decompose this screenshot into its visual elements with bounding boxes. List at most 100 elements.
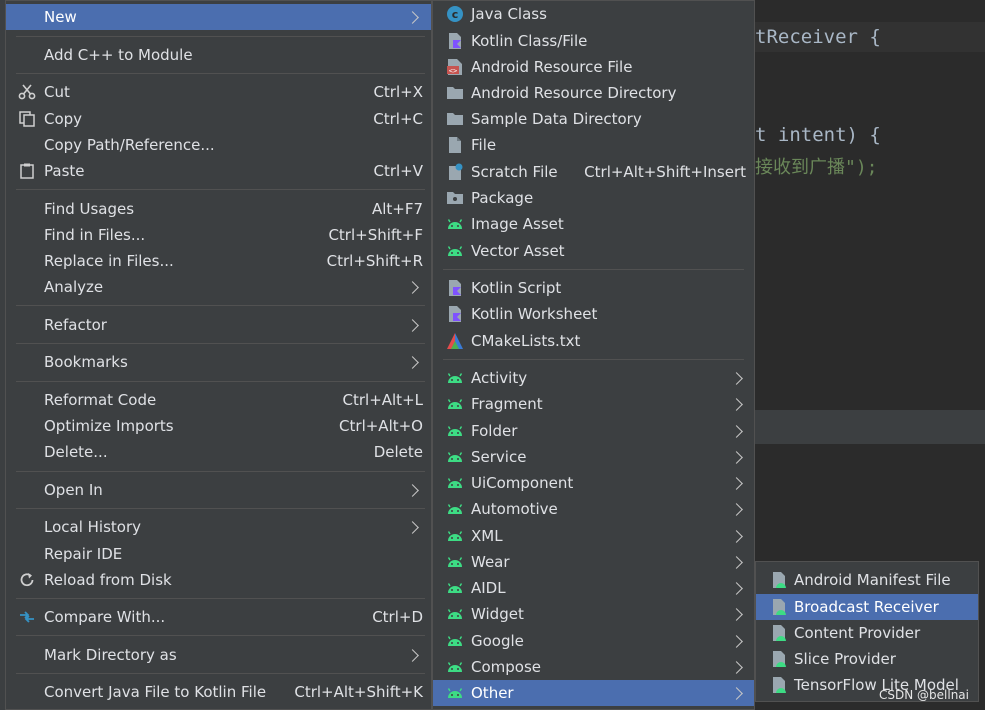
android-file-icon [770, 676, 788, 694]
menu-item-bookmarks[interactable]: Bookmarks [6, 349, 431, 375]
chevron-right-icon [730, 450, 743, 464]
menu-separator [16, 598, 425, 599]
chevron-right-icon [730, 476, 743, 490]
menu-item-label: Paste [44, 162, 85, 180]
android-icon [446, 242, 464, 260]
android-icon [446, 500, 464, 518]
menu-item-new[interactable]: New [6, 4, 431, 30]
menu-item-folder[interactable]: Folder [433, 418, 754, 444]
menu-item-fragment[interactable]: Fragment [433, 391, 754, 417]
menu-item-label: Replace in Files... [44, 252, 174, 270]
svg-text:c: c [452, 8, 459, 21]
menu-item-label: New [44, 8, 77, 26]
menu-item-label: Kotlin Worksheet [471, 305, 598, 323]
menu-item-find-usages[interactable]: Find Usages Alt+F7 [6, 196, 431, 222]
menu-item-kotlin-worksheet[interactable]: Kotlin Worksheet [433, 301, 754, 327]
menu-item-paste[interactable]: Paste Ctrl+V [6, 158, 431, 184]
menu-item-compare-with[interactable]: Compare With... Ctrl+D [6, 604, 431, 630]
menu-item-label: Copy Path/Reference... [44, 136, 215, 154]
menu-item-mark-directory-as[interactable]: Mark Directory as [6, 642, 431, 668]
menu-item-shortcut: Ctrl+Alt+O [339, 417, 423, 435]
menu-item-scratch-file[interactable]: Scratch File Ctrl+Alt+Shift+Insert [433, 159, 754, 185]
menu-item-image-asset[interactable]: Image Asset [433, 211, 754, 237]
menu-item-label: Compose [471, 658, 542, 676]
menu-item-automotive[interactable]: Automotive [433, 496, 754, 522]
menu-item-kotlin-script[interactable]: Kotlin Script [433, 275, 754, 301]
menu-item-compose[interactable]: Compose [433, 654, 754, 680]
chevron-right-icon [406, 520, 419, 534]
menu-item-label: Image Asset [471, 215, 564, 233]
android-file-icon [770, 624, 788, 642]
menu-item-label: Optimize Imports [44, 417, 174, 435]
menu-item-repair-ide[interactable]: Repair IDE [6, 541, 431, 567]
menu-item-label: UiComponent [471, 474, 574, 492]
menu-item-label: Reload from Disk [44, 571, 172, 589]
menu-item-label: Broadcast Receiver [794, 598, 939, 616]
chevron-right-icon [730, 581, 743, 595]
new-submenu: c Java Class Kotlin Class/File <> Android Re… [432, 0, 755, 710]
menu-item-refactor[interactable]: Refactor [6, 312, 431, 338]
menu-item-broadcast-receiver[interactable]: Broadcast Receiver [756, 594, 978, 620]
menu-item-copy-path-reference[interactable]: Copy Path/Reference... [6, 132, 431, 158]
menu-item-vector-asset[interactable]: Vector Asset [433, 238, 754, 264]
menu-item-replace-in-files[interactable]: Replace in Files... Ctrl+Shift+R [6, 248, 431, 274]
menu-item-sample-data-directory[interactable]: Sample Data Directory [433, 106, 754, 132]
menu-item-android-resource-file[interactable]: <> Android Resource File [433, 54, 754, 80]
menu-item-reload-from-disk[interactable]: Reload from Disk [6, 567, 431, 593]
menu-item-label: Kotlin Script [471, 279, 562, 297]
menu-item-copy[interactable]: Copy Ctrl+C [6, 106, 431, 132]
menu-item-shortcut: Ctrl+Shift+F [328, 226, 423, 244]
menu-item-label: Content Provider [794, 624, 921, 642]
menu-item-widget[interactable]: Widget [433, 601, 754, 627]
package-icon [446, 189, 464, 207]
menu-item-package[interactable]: Package [433, 185, 754, 211]
menu-separator [16, 673, 425, 674]
menu-item-label: Find Usages [44, 200, 135, 218]
menu-item-xml[interactable]: XML [433, 523, 754, 549]
menu-item-service[interactable]: Service [433, 444, 754, 470]
menu-item-cut[interactable]: Cut Ctrl+X [6, 79, 431, 105]
menu-item-label: Widget [471, 605, 524, 623]
menu-item-android-resource-directory[interactable]: Android Resource Directory [433, 80, 754, 106]
menu-item-add-c-to-module[interactable]: Add C++ to Module [6, 42, 431, 68]
android-icon [446, 553, 464, 571]
menu-item-find-in-files[interactable]: Find in Files... Ctrl+Shift+F [6, 222, 431, 248]
menu-item-aidl[interactable]: AIDL [433, 575, 754, 601]
android-icon [446, 448, 464, 466]
menu-item-kotlin-class-file[interactable]: Kotlin Class/File [433, 28, 754, 54]
menu-item-java-class[interactable]: c Java Class [433, 1, 754, 27]
menu-item-label: Google [471, 632, 524, 650]
menu-item-convert-java-file-to-kotlin-file[interactable]: Convert Java File to Kotlin File Ctrl+Alt… [6, 679, 431, 705]
menu-item-delete[interactable]: Delete... Delete [6, 439, 431, 465]
menu-item-analyze[interactable]: Analyze [6, 274, 431, 300]
menu-item-label: Convert Java File to Kotlin File [44, 683, 267, 701]
chevron-right-icon [730, 660, 743, 674]
menu-item-android-manifest-file[interactable]: Android Manifest File [756, 567, 978, 593]
menu-separator [16, 36, 425, 37]
menu-item-file[interactable]: File [433, 132, 754, 158]
menu-item-reformat-code[interactable]: Reformat Code Ctrl+Alt+L [6, 387, 431, 413]
menu-item-shortcut: Ctrl+Shift+R [326, 252, 423, 270]
menu-item-wear[interactable]: Wear [433, 549, 754, 575]
android-icon [446, 369, 464, 387]
menu-item-open-in[interactable]: Open In [6, 477, 431, 503]
chevron-right-icon [730, 371, 743, 385]
menu-item-optimize-imports[interactable]: Optimize Imports Ctrl+Alt+O [6, 413, 431, 439]
menu-item-label: Delete... [44, 443, 108, 461]
scratch-file-icon [446, 163, 464, 181]
code-line-method: t intent) { [755, 120, 881, 150]
menu-item-content-provider[interactable]: Content Provider [756, 620, 978, 646]
menu-item-other[interactable]: Other [433, 680, 754, 706]
menu-item-google[interactable]: Google [433, 628, 754, 654]
menu-item-slice-provider[interactable]: Slice Provider [756, 646, 978, 672]
menu-item-activity[interactable]: Activity [433, 365, 754, 391]
menu-item-shortcut: Ctrl+C [373, 110, 423, 128]
menu-item-label: XML [471, 527, 503, 545]
menu-item-local-history[interactable]: Local History [6, 514, 431, 540]
file-icon [446, 136, 464, 154]
scissors-icon [18, 83, 36, 101]
menu-item-label: Android Resource File [471, 58, 633, 76]
menu-item-cmakelists-txt[interactable]: CMakeLists.txt [433, 328, 754, 354]
editor-divider [755, 410, 985, 444]
menu-item-uicomponent[interactable]: UiComponent [433, 470, 754, 496]
